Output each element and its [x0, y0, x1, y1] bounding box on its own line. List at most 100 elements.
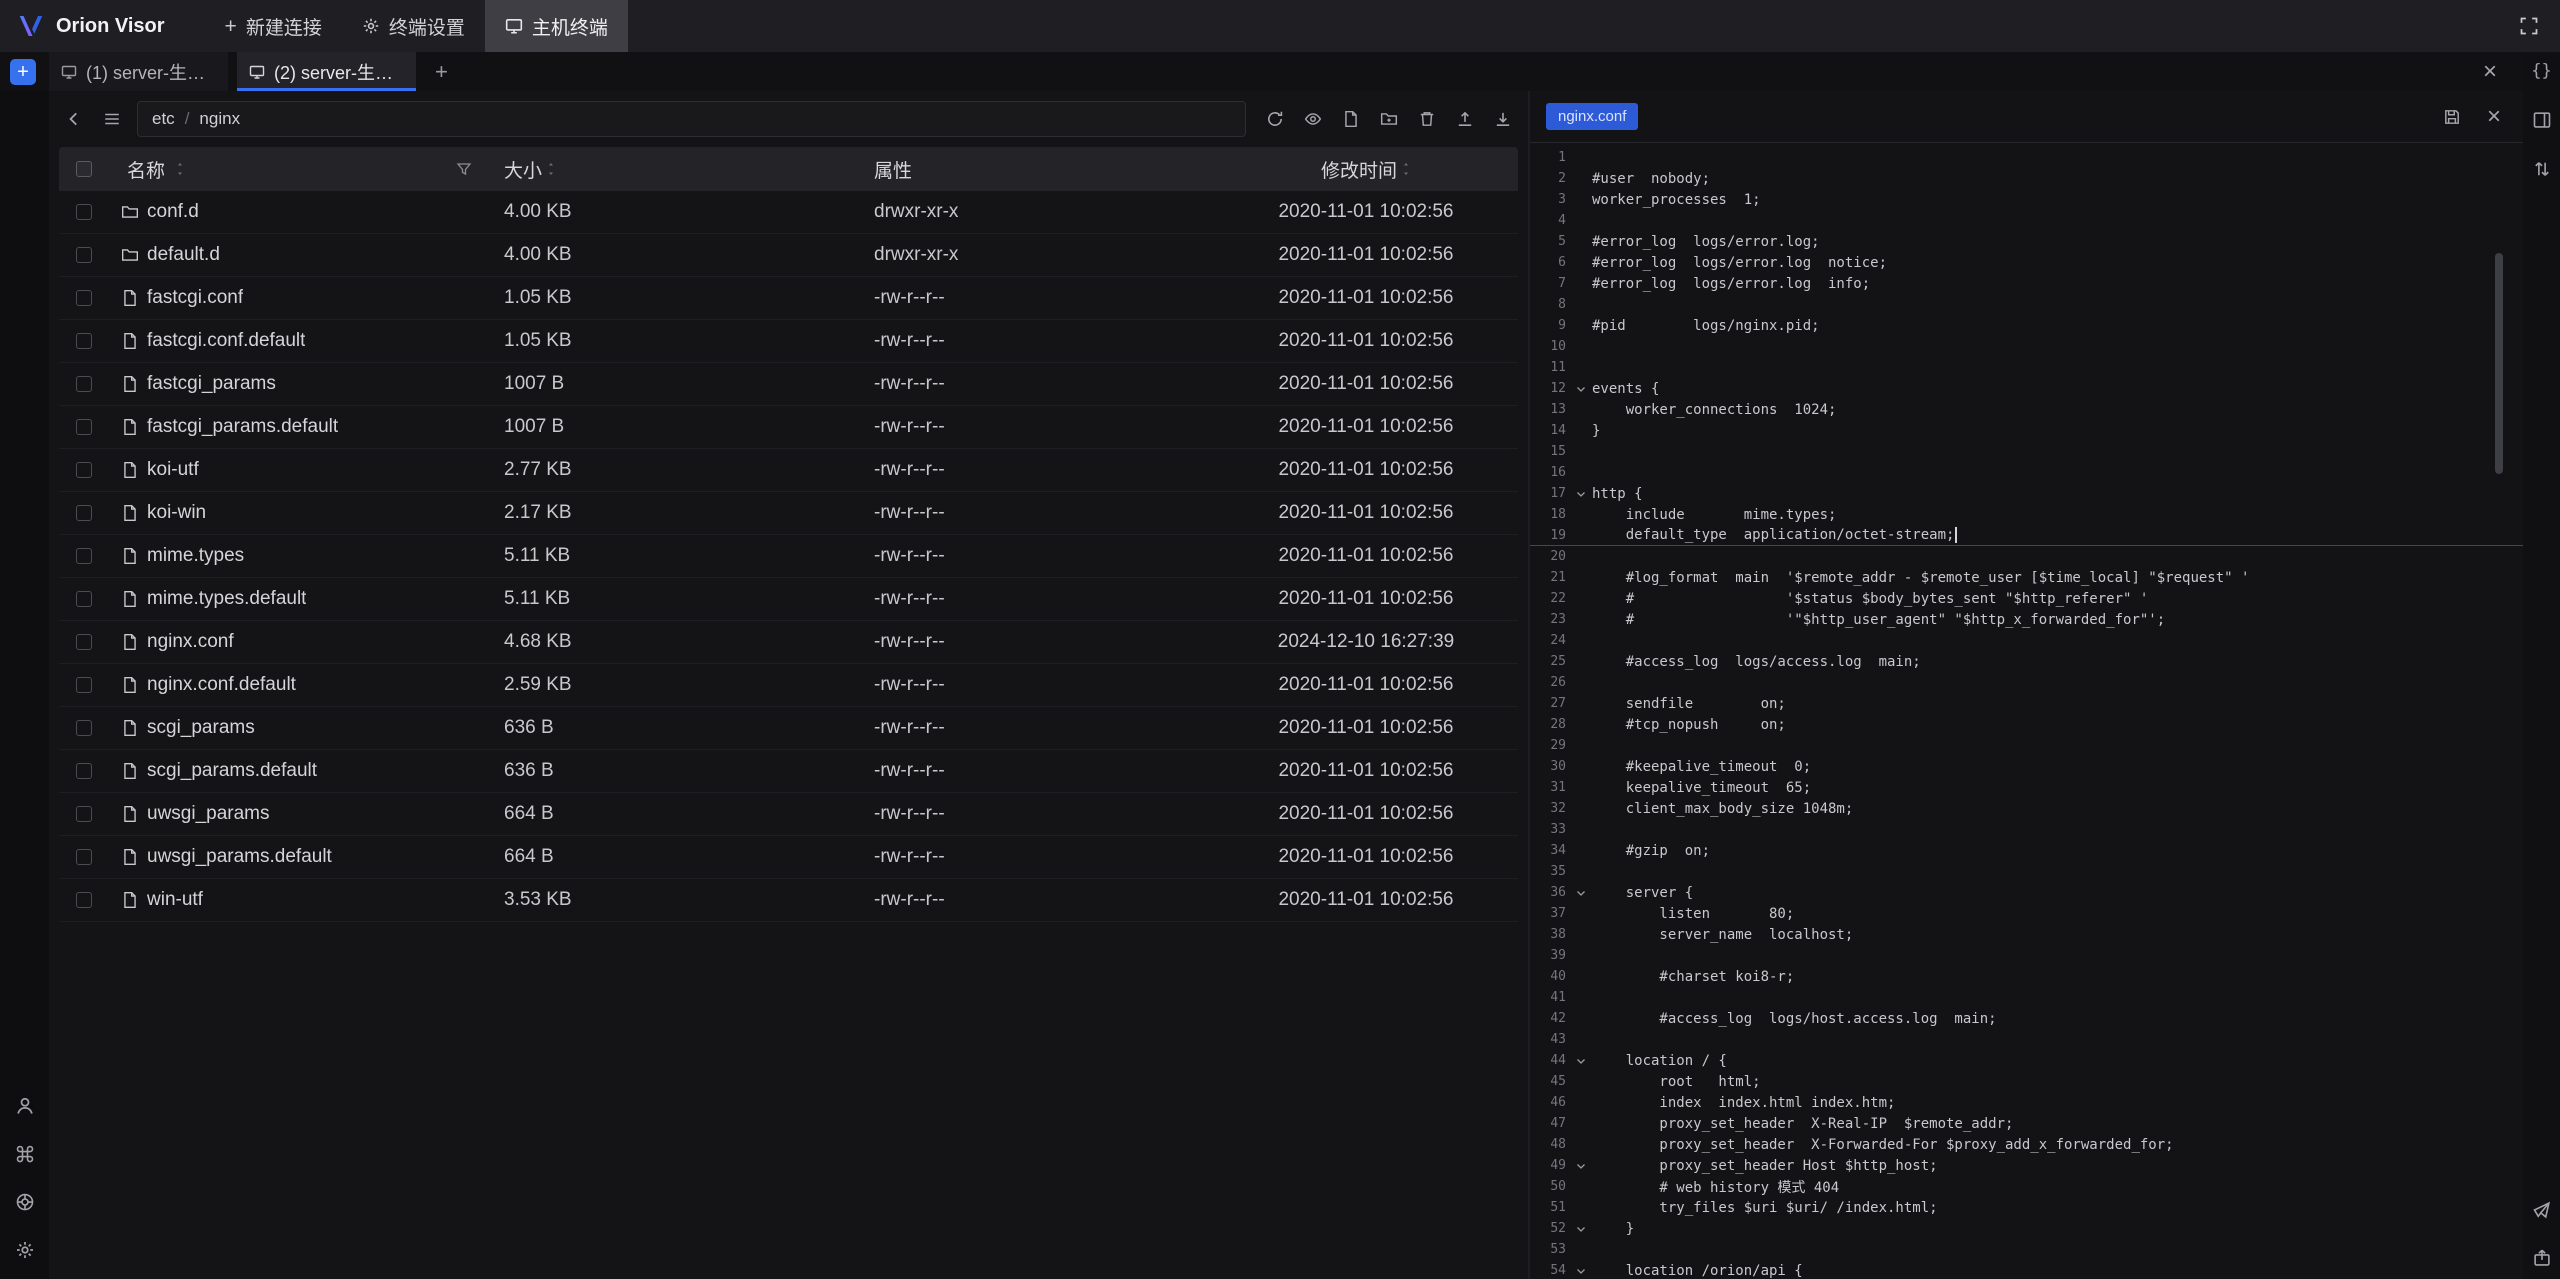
code-line[interactable]: 18 include mime.types; [1530, 504, 2523, 525]
fullscreen-icon[interactable] [2516, 13, 2542, 39]
code-line[interactable]: 35 [1530, 861, 2523, 882]
code-line[interactable]: 40 #charset koi8-r; [1530, 966, 2523, 987]
code-line[interactable]: 49 proxy_set_header Host $http_host; [1530, 1155, 2523, 1176]
editor-scrollbar[interactable] [2495, 253, 2503, 474]
row-checkbox[interactable] [76, 462, 92, 478]
tab-server-2[interactable]: (2) server-生产-1 [237, 52, 416, 91]
table-row[interactable]: win-utf3.53 KB-rw-r--r--2020-11-01 10:02… [59, 879, 1518, 922]
table-row[interactable]: mime.types.default5.11 KB-rw-r--r--2020-… [59, 578, 1518, 621]
code-line[interactable]: 8 [1530, 294, 2523, 315]
code-line[interactable]: 25 #access_log logs/access.log main; [1530, 651, 2523, 672]
row-checkbox[interactable] [76, 204, 92, 220]
table-row[interactable]: conf.d4.00 KBdrwxr-xr-x2020-11-01 10:02:… [59, 191, 1518, 234]
upload-icon[interactable] [1452, 106, 1478, 132]
code-line[interactable]: 53 [1530, 1239, 2523, 1260]
sftp-braces-icon[interactable]: {} [2529, 58, 2555, 84]
code-line[interactable]: 15 [1530, 441, 2523, 462]
breadcrumb[interactable]: etc/nginx [137, 101, 1246, 137]
code-line[interactable]: 32 client_max_body_size 1048m; [1530, 798, 2523, 819]
close-editor-icon[interactable]: × [2481, 104, 2507, 130]
code-line[interactable]: 22 # '$status $body_bytes_sent "$http_re… [1530, 588, 2523, 609]
code-line[interactable]: 39 [1530, 945, 2523, 966]
code-line[interactable]: 43 [1530, 1029, 2523, 1050]
table-row[interactable]: fastcgi_params.default1007 B-rw-r--r--20… [59, 406, 1518, 449]
row-checkbox[interactable] [76, 763, 92, 779]
menu-new-connection[interactable]: + 新建连接 [205, 0, 342, 52]
code-line[interactable]: 24 [1530, 630, 2523, 651]
code-line[interactable]: 44 location / { [1530, 1050, 2523, 1071]
add-tab-button[interactable]: + [425, 59, 458, 85]
code-line[interactable]: 14} [1530, 420, 2523, 441]
row-checkbox[interactable] [76, 806, 92, 822]
fold-icon[interactable] [1570, 887, 1592, 899]
table-row[interactable]: scgi_params.default636 B-rw-r--r--2020-1… [59, 750, 1518, 793]
code-line[interactable]: 45 root html; [1530, 1071, 2523, 1092]
export-icon[interactable] [2529, 1245, 2555, 1271]
new-folder-icon[interactable] [1376, 106, 1402, 132]
refresh-icon[interactable] [1262, 106, 1288, 132]
table-row[interactable]: fastcgi.conf1.05 KB-rw-r--r--2020-11-01 … [59, 277, 1518, 320]
new-terminal-button[interactable]: + [10, 59, 36, 85]
fold-icon[interactable] [1570, 383, 1592, 395]
code-line[interactable]: 2#user nobody; [1530, 168, 2523, 189]
code-line[interactable]: 13 worker_connections 1024; [1530, 399, 2523, 420]
code-line[interactable]: 4 [1530, 210, 2523, 231]
show-hidden-eye-icon[interactable] [1300, 106, 1326, 132]
new-file-icon[interactable] [1338, 106, 1364, 132]
fold-icon[interactable] [1570, 488, 1592, 500]
code-line[interactable]: 10 [1530, 336, 2523, 357]
code-line[interactable]: 34 #gzip on; [1530, 840, 2523, 861]
table-row[interactable]: scgi_params636 B-rw-r--r--2020-11-01 10:… [59, 707, 1518, 750]
row-checkbox[interactable] [76, 247, 92, 263]
breadcrumb-segment[interactable]: etc [152, 109, 175, 129]
list-view-icon[interactable] [99, 106, 125, 132]
table-row[interactable]: koi-win2.17 KB-rw-r--r--2020-11-01 10:02… [59, 492, 1518, 535]
command-shortcut-icon[interactable] [12, 1141, 38, 1167]
fold-icon[interactable] [1570, 1265, 1592, 1277]
code-line[interactable]: 3worker_processes 1; [1530, 189, 2523, 210]
row-checkbox[interactable] [76, 892, 92, 908]
code-line[interactable]: 11 [1530, 357, 2523, 378]
table-row[interactable]: uwsgi_params.default664 B-rw-r--r--2020-… [59, 836, 1518, 879]
menu-terminal-settings[interactable]: 终端设置 [342, 0, 485, 52]
breadcrumb-segment[interactable]: nginx [199, 109, 240, 129]
code-line[interactable]: 52 } [1530, 1218, 2523, 1239]
menu-host-terminal[interactable]: 主机终端 [485, 0, 628, 52]
table-row[interactable]: nginx.conf.default2.59 KB-rw-r--r--2020-… [59, 664, 1518, 707]
code-line[interactable]: 47 proxy_set_header X-Real-IP $remote_ad… [1530, 1113, 2523, 1134]
code-editor[interactable]: 12#user nobody;3worker_processes 1;45#er… [1530, 143, 2523, 1279]
code-line[interactable]: 30 #keepalive_timeout 0; [1530, 756, 2523, 777]
panel-layout-icon[interactable] [2529, 107, 2555, 133]
code-line[interactable]: 19 default_type application/octet-stream… [1530, 525, 2523, 546]
trash-icon[interactable] [1414, 106, 1440, 132]
code-line[interactable]: 41 [1530, 987, 2523, 1008]
code-line[interactable]: 6#error_log logs/error.log notice; [1530, 252, 2523, 273]
row-checkbox[interactable] [76, 333, 92, 349]
code-line[interactable]: 28 #tcp_nopush on; [1530, 714, 2523, 735]
code-line[interactable]: 7#error_log logs/error.log info; [1530, 273, 2523, 294]
code-line[interactable]: 27 sendfile on; [1530, 693, 2523, 714]
code-line[interactable]: 50 # web history 模式 404 [1530, 1176, 2523, 1197]
save-icon[interactable] [2439, 104, 2465, 130]
send-command-icon[interactable] [2529, 1197, 2555, 1223]
row-checkbox[interactable] [76, 548, 92, 564]
code-line[interactable]: 46 index index.html index.htm; [1530, 1092, 2523, 1113]
fold-icon[interactable] [1570, 1160, 1592, 1172]
code-line[interactable]: 42 #access_log logs/host.access.log main… [1530, 1008, 2523, 1029]
code-line[interactable]: 37 listen 80; [1530, 903, 2523, 924]
table-row[interactable]: default.d4.00 KBdrwxr-xr-x2020-11-01 10:… [59, 234, 1518, 277]
code-line[interactable]: 16 [1530, 462, 2523, 483]
table-row[interactable]: koi-utf2.77 KB-rw-r--r--2020-11-01 10:02… [59, 449, 1518, 492]
table-row[interactable]: nginx.conf4.68 KB-rw-r--r--2024-12-10 16… [59, 621, 1518, 664]
row-checkbox[interactable] [76, 634, 92, 650]
code-line[interactable]: 21 #log_format main '$remote_addr - $rem… [1530, 567, 2523, 588]
row-checkbox[interactable] [76, 505, 92, 521]
row-checkbox[interactable] [76, 419, 92, 435]
code-line[interactable]: 51 try_files $uri $uri/ /index.html; [1530, 1197, 2523, 1218]
download-icon[interactable] [1490, 106, 1516, 132]
swap-vertical-icon[interactable] [2529, 156, 2555, 182]
row-checkbox[interactable] [76, 290, 92, 306]
code-line[interactable]: 33 [1530, 819, 2523, 840]
open-file-chip[interactable]: nginx.conf [1546, 103, 1638, 130]
code-line[interactable]: 38 server_name localhost; [1530, 924, 2523, 945]
